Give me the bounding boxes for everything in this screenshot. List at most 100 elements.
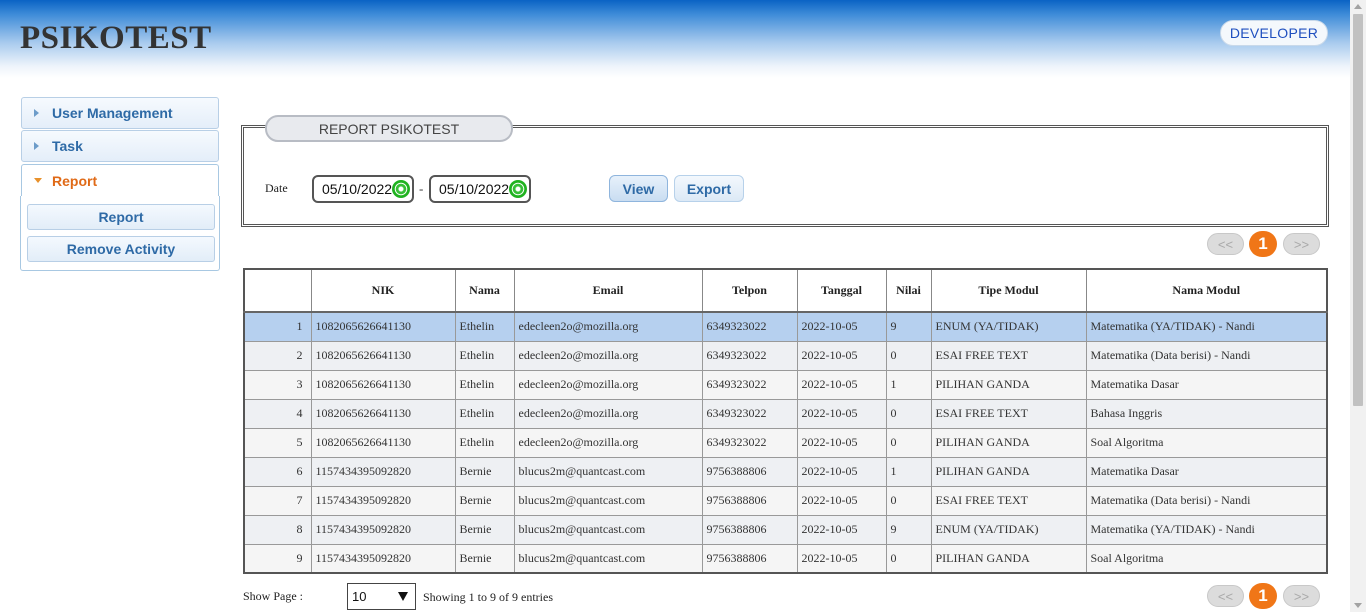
nik-cell: 1082065626641130 — [310, 340, 456, 371]
nama-modul-cell: Matematika (YA/TIDAK) - Nandi — [1085, 311, 1328, 342]
row-number-header[interactable] — [243, 268, 312, 313]
table-row[interactable]: 3 1082065626641130 Ethelin edecleen2o@mozil… — [243, 369, 1328, 400]
page-1-button[interactable]: 1 — [1249, 231, 1277, 257]
telpon-cell: 6349323022 — [701, 427, 798, 458]
nik-cell: 1157434395092820 — [310, 543, 456, 574]
nama-cell: Bernie — [454, 485, 515, 516]
nik-cell: 1082065626641130 — [310, 311, 456, 342]
row-number: 9 — [243, 543, 312, 574]
sidebar-item-user-management[interactable]: User Management — [21, 97, 219, 129]
table-row[interactable]: 4 1082065626641130 Ethelin edecleen2o@mozil… — [243, 398, 1328, 429]
report-table: NIK Nama Email Telpon Tanggal Nilai Tipe Modul… — [243, 268, 1328, 574]
nik-header[interactable]: NIK — [310, 268, 456, 313]
row-number: 1 — [243, 311, 312, 342]
row-number: 6 — [243, 456, 312, 487]
scroll-down-arrow-icon[interactable] — [1354, 603, 1362, 608]
calendar-icon[interactable] — [392, 180, 410, 198]
nama-modul-cell: Matematika Dasar — [1085, 456, 1328, 487]
telpon-cell: 6349323022 — [701, 311, 798, 342]
nama-cell: Ethelin — [454, 398, 515, 429]
nik-cell: 1157434395092820 — [310, 485, 456, 516]
email-cell: blucus2m@quantcast.com — [513, 485, 703, 516]
user-role-button[interactable]: DEVELOPER — [1220, 20, 1328, 46]
nilai-cell: 9 — [885, 514, 932, 545]
app-title: PSIKOTEST — [20, 20, 212, 56]
nik-cell: 1082065626641130 — [310, 427, 456, 458]
nama-modul-cell: Soal Algoritma — [1085, 427, 1328, 458]
tanggal-header[interactable]: Tanggal — [796, 268, 887, 313]
row-number: 4 — [243, 398, 312, 429]
row-number: 2 — [243, 340, 312, 371]
tipe-modul-cell: ENUM (YA/TIDAK) — [930, 514, 1087, 545]
prev-page-button[interactable]: << — [1207, 233, 1244, 255]
calendar-icon[interactable] — [509, 180, 527, 198]
tipe-modul-header[interactable]: Tipe Modul — [930, 268, 1087, 313]
tanggal-cell: 2022-10-05 — [796, 369, 887, 400]
table-row[interactable]: 7 1157434395092820 Bernie blucus2m@quantcas… — [243, 485, 1328, 516]
telpon-cell: 9756388806 — [701, 485, 798, 516]
tanggal-cell: 2022-10-05 — [796, 514, 887, 545]
report-panel-title: REPORT PSIKOTEST — [265, 115, 513, 142]
table-row[interactable]: 2 1082065626641130 Ethelin edecleen2o@mozil… — [243, 340, 1328, 371]
page-scrollbar[interactable] — [1350, 0, 1366, 612]
date-separator: - — [419, 181, 424, 196]
nilai-header[interactable]: Nilai — [885, 268, 932, 313]
table-body: 1 1082065626641130 Ethelin edecleen2o@mozil… — [243, 311, 1328, 574]
dropdown-arrow-icon[interactable] — [398, 592, 408, 601]
chevron-right-icon — [34, 142, 39, 150]
tipe-modul-cell: PILIHAN GANDA — [930, 369, 1087, 400]
table-row[interactable]: 1 1082065626641130 Ethelin edecleen2o@mozil… — [243, 311, 1328, 342]
nama-modul-header[interactable]: Nama Modul — [1085, 268, 1328, 313]
nama-header[interactable]: Nama — [454, 268, 515, 313]
show-page-label: Show Page : — [243, 589, 303, 603]
table-row[interactable]: 6 1157434395092820 Bernie blucus2m@quantcas… — [243, 456, 1328, 487]
entries-info: Showing 1 to 9 of 9 entries — [423, 590, 553, 604]
next-page-button[interactable]: >> — [1283, 233, 1320, 255]
nama-modul-cell: Soal Algoritma — [1085, 543, 1328, 574]
email-cell: edecleen2o@mozilla.org — [513, 398, 703, 429]
nilai-cell: 0 — [885, 427, 932, 458]
email-cell: blucus2m@quantcast.com — [513, 543, 703, 574]
view-button[interactable]: View — [609, 175, 668, 202]
nilai-cell: 0 — [885, 398, 932, 429]
nik-cell: 1082065626641130 — [310, 398, 456, 429]
tanggal-cell: 2022-10-05 — [796, 427, 887, 458]
nilai-cell: 1 — [885, 456, 932, 487]
app-header: PSIKOTEST DEVELOPER — [0, 0, 1350, 78]
table-row[interactable]: 8 1157434395092820 Bernie blucus2m@quantcas… — [243, 514, 1328, 545]
nama-modul-cell: Matematika (YA/TIDAK) - Nandi — [1085, 514, 1328, 545]
nilai-cell: 0 — [885, 340, 932, 371]
scroll-thumb[interactable] — [1353, 14, 1363, 406]
nik-cell: 1082065626641130 — [310, 369, 456, 400]
nama-cell: Ethelin — [454, 340, 515, 371]
email-cell: blucus2m@quantcast.com — [513, 514, 703, 545]
submenu-report-button[interactable]: Report — [27, 204, 215, 230]
table-row[interactable]: 5 1082065626641130 Ethelin edecleen2o@mozil… — [243, 427, 1328, 458]
telpon-header[interactable]: Telpon — [701, 268, 798, 313]
prev-page-button[interactable]: << — [1207, 585, 1244, 607]
sidebar-item-report[interactable]: Report — [21, 164, 219, 196]
chevron-right-icon — [34, 109, 39, 117]
tanggal-cell: 2022-10-05 — [796, 311, 887, 342]
row-number: 5 — [243, 427, 312, 458]
tanggal-cell: 2022-10-05 — [796, 485, 887, 516]
tipe-modul-cell: ESAI FREE TEXT — [930, 485, 1087, 516]
tipe-modul-cell: ESAI FREE TEXT — [930, 398, 1087, 429]
submenu-remove-activity-button[interactable]: Remove Activity — [27, 236, 215, 262]
tanggal-cell: 2022-10-05 — [796, 543, 887, 574]
email-cell: edecleen2o@mozilla.org — [513, 427, 703, 458]
next-page-button[interactable]: >> — [1283, 585, 1320, 607]
row-number: 3 — [243, 369, 312, 400]
nilai-cell: 1 — [885, 369, 932, 400]
telpon-cell: 9756388806 — [701, 514, 798, 545]
scroll-up-arrow-icon[interactable] — [1354, 4, 1362, 9]
table-row[interactable]: 9 1157434395092820 Bernie blucus2m@quantcas… — [243, 543, 1328, 574]
sidebar-item-task[interactable]: Task — [21, 130, 219, 162]
nama-modul-cell: Matematika Dasar — [1085, 369, 1328, 400]
page-1-button[interactable]: 1 — [1249, 583, 1277, 609]
export-button[interactable]: Export — [674, 175, 744, 202]
sidebar-item-label: Task — [52, 138, 83, 154]
email-header[interactable]: Email — [513, 268, 703, 313]
chevron-down-icon — [34, 178, 42, 183]
nama-modul-cell: Matematika (Data berisi) - Nandi — [1085, 485, 1328, 516]
